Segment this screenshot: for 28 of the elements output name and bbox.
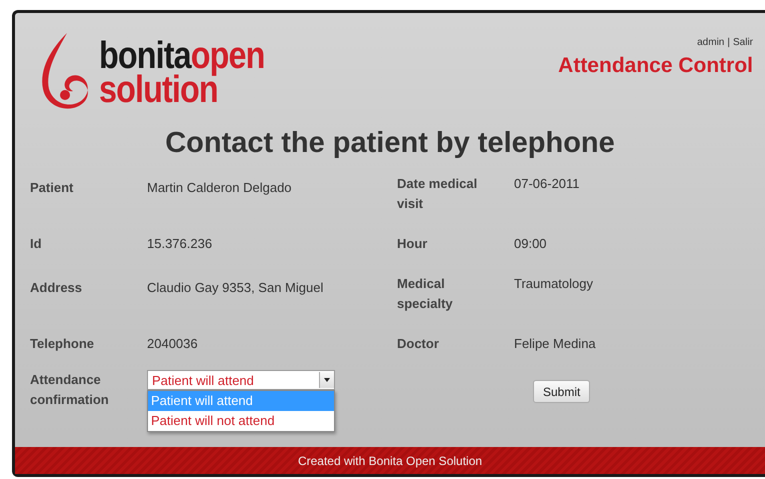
dropdown-option[interactable]: Patient will not attend [148, 411, 334, 432]
field-label: Attendance confirmation [30, 371, 110, 410]
field-label: Address [30, 279, 84, 298]
logout-link[interactable]: Salir [732, 37, 753, 48]
field-label: Patient [30, 179, 74, 198]
field-value: Martin Calderon Delgado [147, 179, 292, 198]
field-value: 2040036 [147, 335, 198, 354]
field-value: 15.376.236 [147, 235, 212, 254]
field-label: Date medical visit [397, 175, 478, 214]
field-label: Telephone [30, 335, 96, 354]
caret-icon [324, 378, 330, 382]
field-value: Felipe Medina [514, 335, 596, 354]
footer-text: Created with Bonita Open Solution [298, 454, 482, 468]
field-value: Claudio Gay 9353, San Miguel [147, 279, 324, 298]
user-link[interactable]: admin [697, 37, 724, 48]
app-title: Attendance Control [558, 54, 753, 78]
field-label: Hour [397, 235, 428, 254]
submit-button[interactable]: Submit [533, 380, 590, 404]
field-value: Traumatology [514, 275, 593, 294]
field-value: 09:00 [514, 235, 547, 254]
link-separator: | [727, 37, 730, 48]
form-title: Contact the patient by telephone [164, 127, 616, 160]
field-label: Doctor [397, 335, 440, 354]
field-label: Id [30, 235, 43, 254]
attendance-dropdown[interactable]: Patient will attend [147, 370, 335, 390]
logo-text: bonitaopen solution [99, 39, 265, 107]
field-label: Medical specialty [397, 275, 454, 314]
field-value: 07-06-2011 [514, 175, 580, 194]
